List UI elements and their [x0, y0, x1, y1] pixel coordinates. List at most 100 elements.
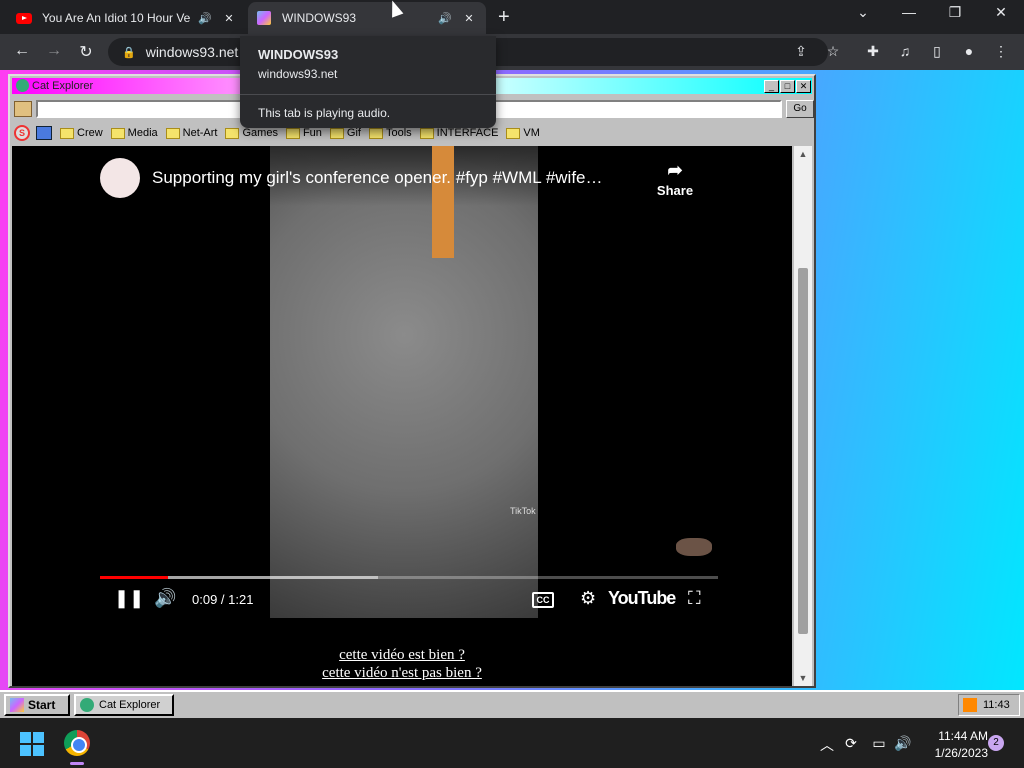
bookmark-vm[interactable]: VM — [506, 127, 540, 139]
notification-badge[interactable]: 2 — [988, 735, 1004, 751]
bookmark-interface[interactable]: INTERFACE — [419, 127, 498, 139]
rss-icon[interactable] — [963, 698, 977, 712]
go-button[interactable]: Go — [786, 100, 814, 118]
video-header: Supporting my girl's conference opener. … — [100, 156, 720, 206]
window-title: Cat Explorer — [32, 80, 94, 92]
share-icon: ➦ — [667, 160, 683, 180]
sync-icon[interactable]: ⟳ — [840, 735, 862, 752]
video-frame[interactable] — [270, 146, 538, 618]
cat-icon — [80, 698, 94, 712]
w93-clock: 11:43 — [983, 699, 1010, 711]
reload-button[interactable]: ↻ — [74, 42, 98, 62]
url-text: windows93.net — [145, 44, 239, 60]
maximize-button[interactable]: □ — [780, 80, 795, 93]
vertical-scrollbar[interactable]: ▲ ▼ — [794, 146, 812, 686]
volume-icon[interactable]: 🔊 — [892, 735, 914, 752]
close-tab-icon[interactable]: ✕ — [220, 12, 238, 25]
bookmark-games[interactable]: Games — [225, 127, 278, 139]
channel-watermark — [676, 538, 712, 556]
share-button[interactable]: ➦ Share — [652, 160, 698, 198]
bookmark-net-art[interactable]: Net-Art — [165, 127, 217, 139]
scroll-up-icon[interactable]: ▲ — [794, 146, 812, 162]
lock-icon[interactable]: 🔒 — [122, 46, 136, 59]
folder-icon — [110, 127, 125, 139]
folder-icon — [419, 127, 434, 139]
folder-icon — [329, 127, 344, 139]
new-tab-button[interactable]: + — [498, 6, 510, 29]
bookmark-gif[interactable]: Gif — [329, 127, 361, 139]
w93-tray[interactable]: 11:43 — [958, 694, 1020, 716]
bookmark-media[interactable]: Media — [110, 127, 158, 139]
browser-toolbar: ← → ↻ 🔒 windows93.net ⇪ ☆ ✚ ♫ ▯ ● ⋮ — [0, 34, 1024, 70]
folder-icon — [225, 127, 240, 139]
minimize-button[interactable]: — — [895, 4, 923, 20]
bookmark-fun[interactable]: Fun — [285, 127, 322, 139]
windows93-taskbar: Start Cat Explorer 11:43 — [0, 690, 1024, 718]
hover-card-url: windows93.net — [258, 67, 338, 81]
bookmark-star-icon[interactable]: ☆ — [822, 43, 844, 60]
close-tab-icon[interactable]: ✕ — [460, 12, 478, 25]
task-cat-explorer[interactable]: Cat Explorer — [74, 694, 174, 716]
bad-video-link[interactable]: cette vidéo n'est pas bien ? — [12, 664, 792, 682]
profile-icon[interactable]: ● — [958, 43, 980, 59]
folder-icon — [285, 127, 300, 139]
video-controls: ❚❚ 🔊 0:09 / 1:21 CC ⚙ YouTube ⛶ — [100, 586, 718, 614]
windows93-icon — [256, 10, 272, 26]
folder-icon — [368, 127, 383, 139]
bookmark-crew[interactable]: Crew — [60, 127, 103, 139]
extensions-icon[interactable]: ✚ — [862, 43, 884, 60]
menu-icon[interactable]: ⋮ — [990, 43, 1012, 60]
scroll-down-icon[interactable]: ▼ — [794, 670, 812, 686]
s-icon[interactable]: S — [14, 125, 30, 141]
folder-icon — [506, 127, 521, 139]
cat-icon — [16, 79, 29, 92]
chrome-icon[interactable] — [64, 730, 90, 756]
good-video-link[interactable]: cette vidéo est bien ? — [12, 646, 792, 664]
folder-icon — [60, 127, 74, 139]
youtube-logo[interactable]: YouTube — [608, 588, 676, 609]
w93-start-button[interactable]: Start — [4, 694, 70, 716]
scroll-thumb[interactable] — [798, 268, 808, 634]
windows-start-icon[interactable] — [20, 732, 44, 756]
tab-title: WINDOWS93 — [282, 11, 357, 25]
folder-icon — [165, 127, 180, 139]
pause-icon[interactable]: ❚❚ — [114, 588, 144, 609]
close-window-button[interactable]: ✕ — [987, 4, 1015, 21]
video-progress-bar[interactable] — [100, 576, 718, 579]
side-panel-icon[interactable]: ▯ — [926, 43, 948, 60]
volume-icon[interactable]: 🔊 — [154, 588, 176, 609]
share-page-icon[interactable]: ⇪ — [790, 43, 812, 60]
tab-you-are-an-idiot[interactable]: You Are An Idiot 10 Hour Ver 🔊 ✕ — [8, 2, 246, 34]
feedback-links: cette vidéo est bien ? cette vidéo n'est… — [12, 646, 792, 682]
captions-button[interactable]: CC — [532, 592, 554, 608]
tab-search-icon[interactable]: ⌄ — [849, 4, 877, 21]
channel-avatar[interactable] — [100, 158, 140, 198]
hover-card-divider — [240, 94, 496, 95]
system-clock[interactable]: 11:44 AM 1/26/2023 — [916, 728, 988, 762]
restore-button[interactable]: ❐ — [941, 4, 969, 21]
tab-hover-card: WINDOWS93 windows93.net This tab is play… — [240, 36, 496, 128]
back-button[interactable]: ← — [10, 42, 34, 60]
tab-windows93[interactable]: WINDOWS93 🔊 ✕ — [248, 2, 486, 34]
media-control-icon[interactable]: ♫ — [894, 43, 916, 59]
video-title[interactable]: Supporting my girl's conference opener. … — [152, 168, 603, 188]
speaker-icon[interactable]: 🔊 — [436, 12, 454, 25]
youtube-icon — [16, 10, 32, 26]
fullscreen-icon[interactable]: ⛶ — [688, 588, 701, 609]
close-button[interactable]: ✕ — [796, 80, 811, 93]
hover-card-title: WINDOWS93 — [258, 47, 339, 62]
chevron-up-icon[interactable]: ︿ — [816, 735, 838, 755]
forward-button[interactable]: → — [42, 42, 66, 60]
windows93-logo-icon — [10, 698, 24, 712]
bookmark-tools[interactable]: Tools — [368, 127, 412, 139]
page-icon — [14, 101, 32, 117]
cat-explorer-window: Cat Explorer _ □ ✕ Go S Crew Media Net-A… — [8, 74, 816, 688]
minimize-button[interactable]: _ — [764, 80, 779, 93]
active-app-indicator — [70, 762, 84, 765]
progress-played — [100, 576, 168, 579]
network-icon[interactable]: ▭ — [868, 735, 890, 752]
settings-gear-icon[interactable]: ⚙ — [580, 588, 596, 609]
page-content: Supporting my girl's conference opener. … — [12, 146, 792, 686]
window-icon[interactable] — [36, 126, 52, 140]
speaker-icon[interactable]: 🔊 — [196, 12, 214, 25]
